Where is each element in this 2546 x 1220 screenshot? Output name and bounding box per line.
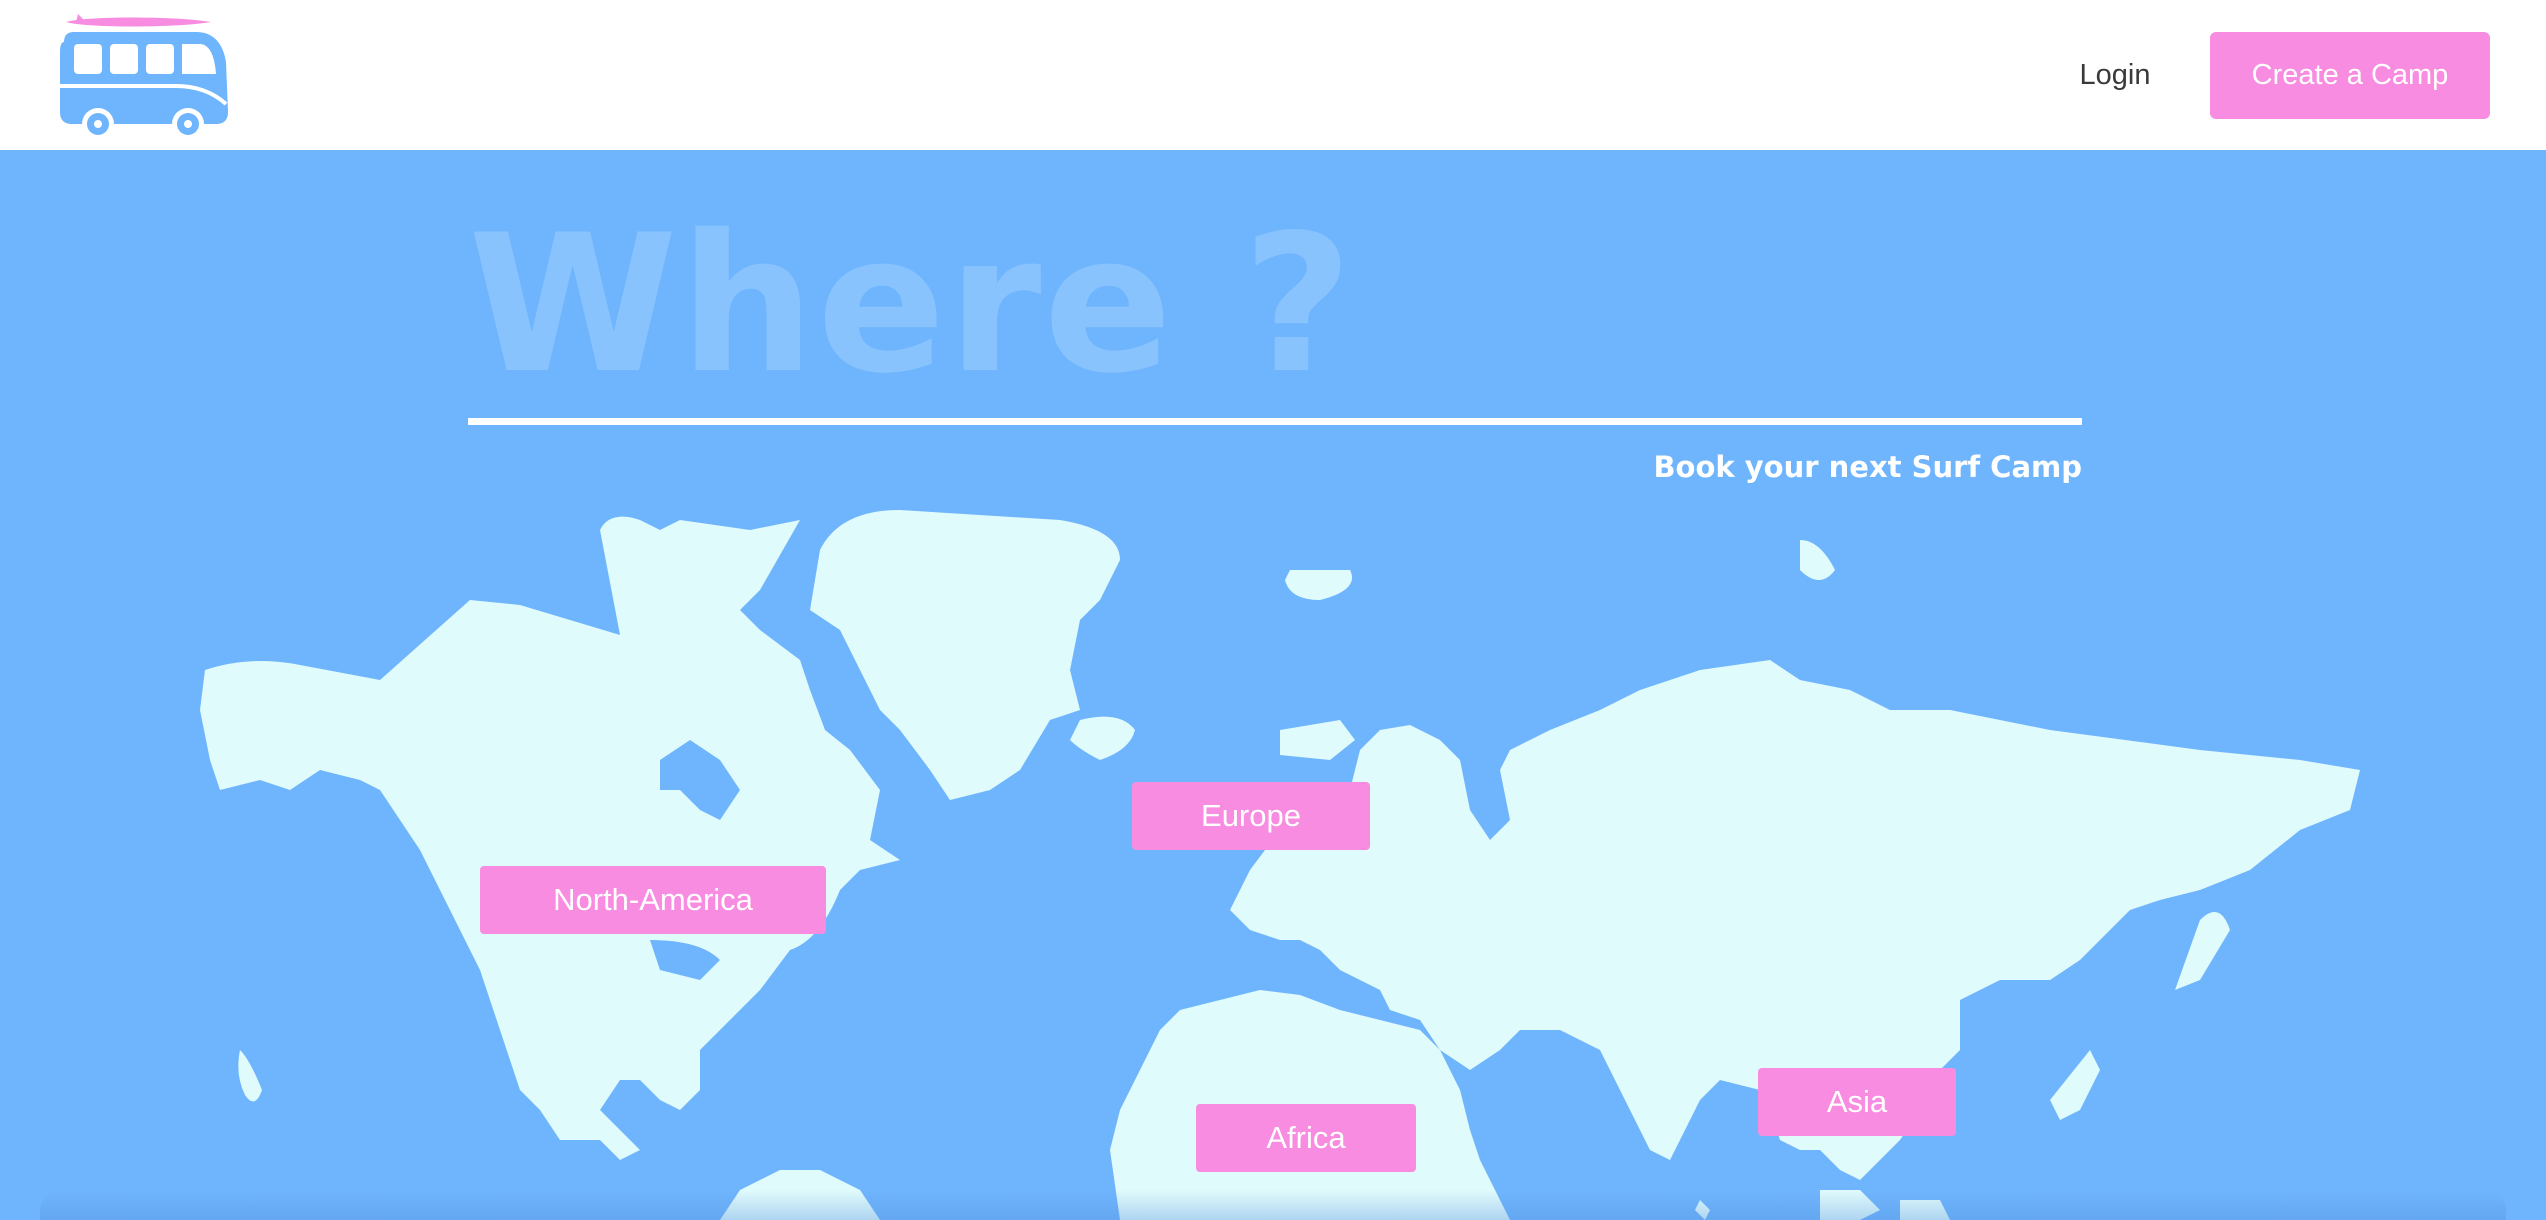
- hero-title: Where ?: [468, 194, 1355, 415]
- region-button-europe[interactable]: Europe: [1132, 782, 1370, 850]
- region-button-north-america[interactable]: North-America: [480, 866, 826, 934]
- create-camp-button[interactable]: Create a Camp: [2210, 32, 2490, 119]
- title-divider: [468, 418, 2082, 425]
- surf-van-logo-icon[interactable]: [56, 12, 236, 142]
- login-link[interactable]: Login: [2060, 52, 2170, 98]
- hero-section: Where ? Book your next Surf Camp North-A…: [0, 150, 2546, 1220]
- section-shadow: [40, 1190, 2506, 1220]
- region-button-africa[interactable]: Africa: [1196, 1104, 1416, 1172]
- hero-subtitle: Book your next Surf Camp: [1653, 450, 2082, 484]
- region-button-asia[interactable]: Asia: [1758, 1068, 1956, 1136]
- top-navbar: Login Create a Camp: [0, 0, 2546, 150]
